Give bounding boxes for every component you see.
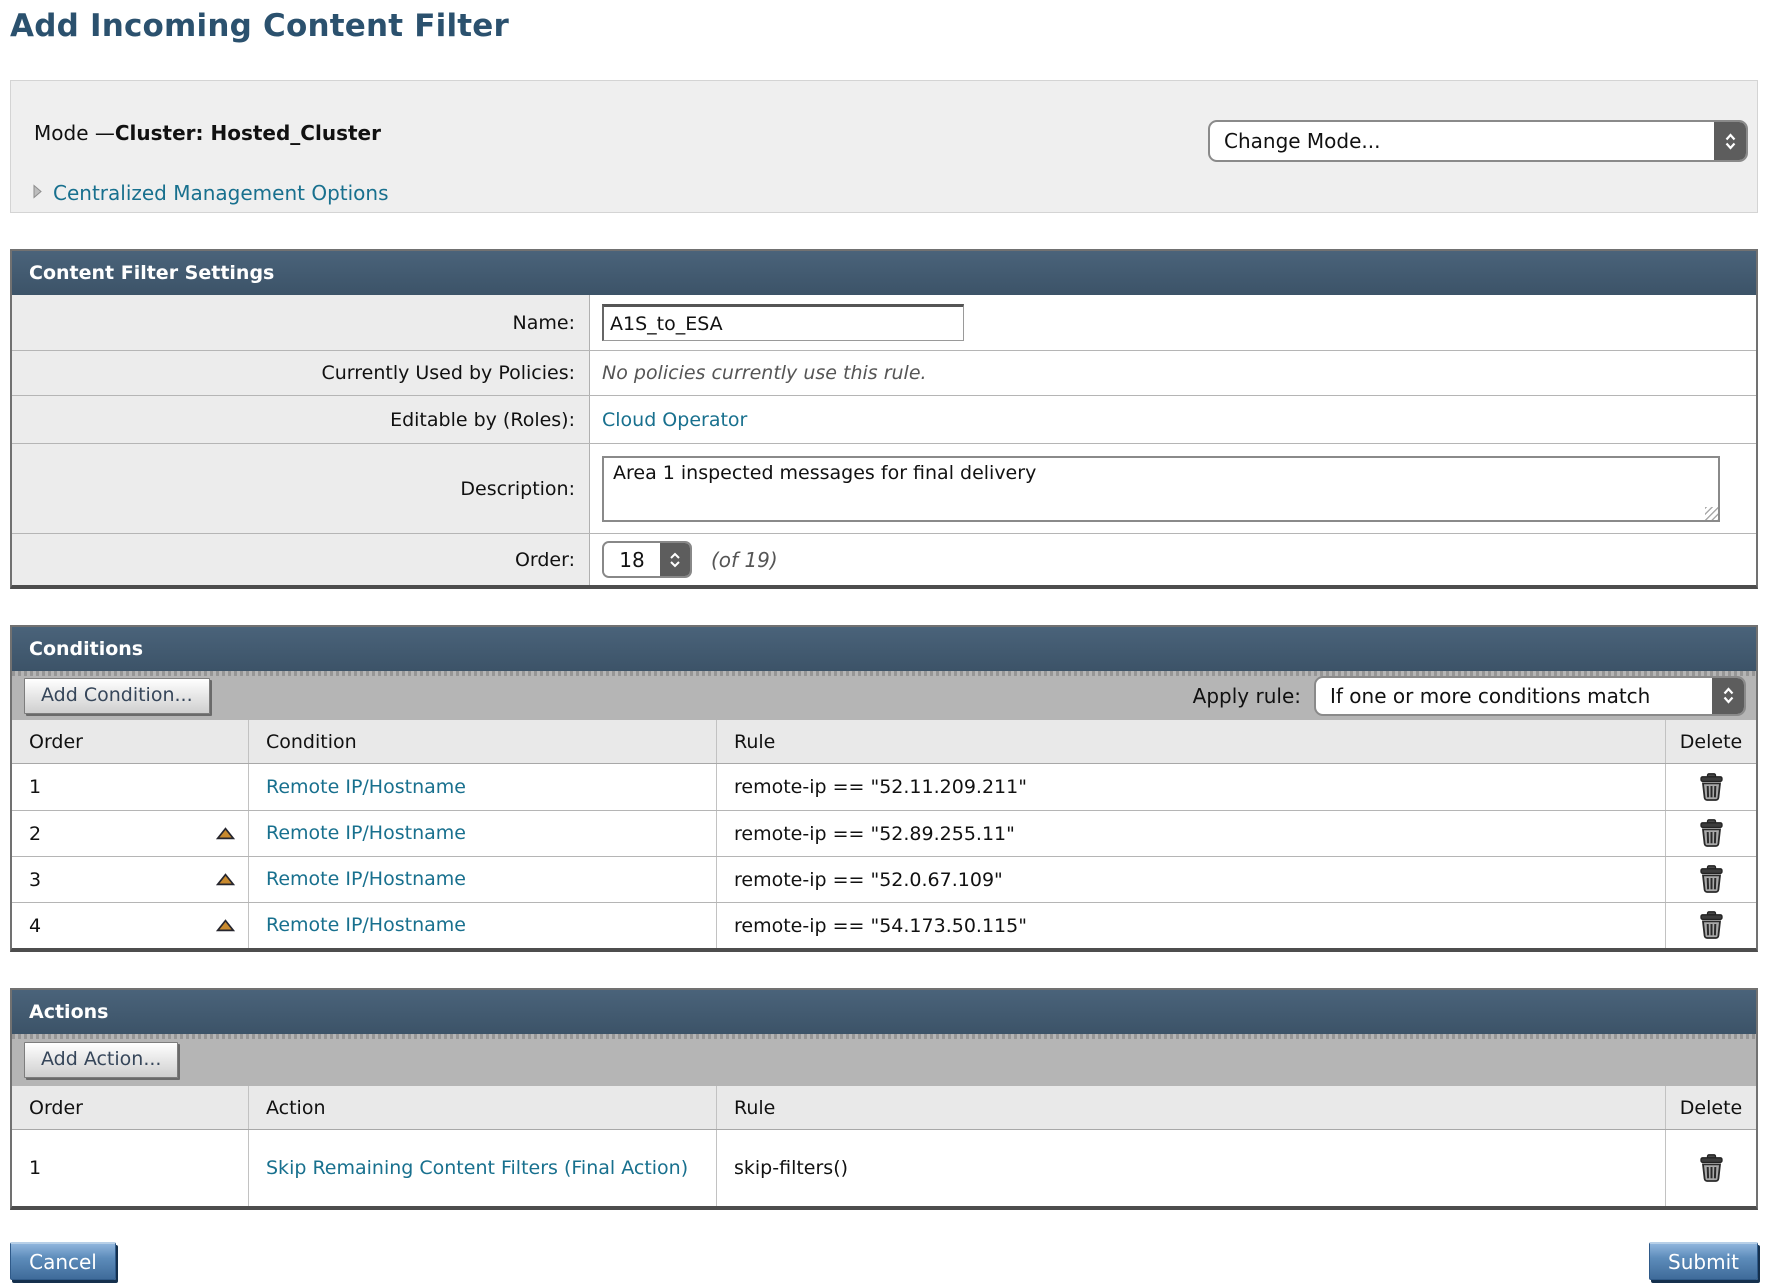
policies-value: No policies currently use this rule. [602, 362, 927, 384]
move-up-button[interactable] [216, 919, 235, 932]
actions-section: Actions Add Action... Order Action Rule … [10, 988, 1758, 1210]
centralized-management-link[interactable]: Centralized Management Options [53, 181, 389, 205]
name-row: Name: [12, 295, 1756, 350]
condition-order: 4 [29, 915, 41, 937]
trash-icon [1699, 865, 1724, 894]
actions-toolbar: Add Action... [12, 1034, 1756, 1086]
delete-action-button[interactable] [1699, 1154, 1724, 1183]
column-header-rule: Rule [717, 1086, 1666, 1129]
up-down-chevrons-icon [1714, 122, 1746, 160]
action-table-row: 1 Skip Remaining Content Filters (Final … [12, 1130, 1756, 1206]
up-down-chevrons-icon [660, 543, 690, 576]
conditions-section-header: Conditions [12, 627, 1756, 671]
trash-icon [1699, 911, 1724, 940]
mode-label: Mode — [34, 121, 115, 145]
mode-panel: Mode —Cluster: Hosted_Cluster Change Mod… [10, 80, 1758, 213]
order-row: Order: 18 (of 19) [12, 533, 1756, 585]
up-triangle-icon [216, 873, 235, 886]
order-total-note: (of 19) [711, 548, 778, 572]
condition-rule: remote-ip == "54.173.50.115" [734, 915, 1027, 937]
disclosure-triangle-icon[interactable] [32, 184, 43, 203]
condition-table-row: 4 Remote IP/Hostname remote-ip == "54.17… [12, 902, 1756, 948]
condition-order: 1 [29, 776, 41, 798]
column-header-delete: Delete [1666, 1086, 1756, 1129]
condition-rule: remote-ip == "52.11.209.211" [734, 776, 1027, 798]
page-title: Add Incoming Content Filter [10, 8, 1758, 44]
delete-condition-button[interactable] [1699, 911, 1724, 940]
up-down-chevrons-icon [1712, 678, 1744, 714]
column-header-condition: Condition [249, 720, 717, 763]
condition-link[interactable]: Remote IP/Hostname [266, 775, 466, 800]
cancel-button[interactable]: Cancel [10, 1242, 116, 1280]
name-label: Name: [12, 295, 590, 350]
apply-rule-select[interactable]: If one or more conditions match [1314, 676, 1746, 716]
condition-link[interactable]: Remote IP/Hostname [266, 913, 466, 938]
trash-icon [1699, 1154, 1724, 1183]
apply-rule-label: Apply rule: [1193, 684, 1301, 708]
change-mode-selected-value: Change Mode... [1210, 122, 1714, 160]
condition-link[interactable]: Remote IP/Hostname [266, 821, 466, 846]
condition-order: 3 [29, 869, 41, 891]
condition-table-row: 3 Remote IP/Hostname remote-ip == "52.0.… [12, 856, 1756, 902]
submit-button[interactable]: Submit [1649, 1242, 1758, 1280]
mode-value: Cluster: Hosted_Cluster [115, 121, 381, 145]
move-up-button[interactable] [216, 873, 235, 886]
mode-text: Mode —Cluster: Hosted_Cluster [34, 121, 381, 145]
order-label: Order: [12, 534, 590, 585]
description-row: Description: Area 1 inspected messages f… [12, 443, 1756, 533]
conditions-section: Conditions Add Condition... Apply rule: … [10, 625, 1758, 952]
name-input[interactable] [602, 304, 964, 341]
policies-row: Currently Used by Policies: No policies … [12, 350, 1756, 395]
add-condition-button[interactable]: Add Condition... [24, 678, 210, 714]
delete-condition-button[interactable] [1699, 865, 1724, 894]
order-stepper[interactable]: 18 [602, 541, 692, 578]
apply-rule-selected-value: If one or more conditions match [1316, 678, 1712, 714]
settings-section-header: Content Filter Settings [12, 251, 1756, 295]
condition-rule: remote-ip == "52.89.255.11" [734, 823, 1015, 845]
content-filter-settings-section: Content Filter Settings Name: Currently … [10, 249, 1758, 589]
change-mode-select[interactable]: Change Mode... [1208, 120, 1748, 162]
up-triangle-icon [216, 827, 235, 840]
description-label: Description: [12, 444, 590, 533]
roles-value-link[interactable]: Cloud Operator [602, 409, 747, 431]
condition-link[interactable]: Remote IP/Hostname [266, 867, 466, 892]
condition-order: 2 [29, 823, 41, 845]
footer-actions: Cancel Submit [10, 1242, 1758, 1284]
order-value: 18 [604, 543, 660, 576]
delete-condition-button[interactable] [1699, 773, 1724, 802]
conditions-table-header: Order Condition Rule Delete [12, 720, 1756, 764]
column-header-order: Order [12, 1086, 249, 1129]
centralized-management-row: Centralized Management Options [32, 181, 389, 205]
actions-section-header: Actions [12, 990, 1756, 1034]
policies-label: Currently Used by Policies: [12, 351, 590, 395]
condition-table-row: 2 Remote IP/Hostname remote-ip == "52.89… [12, 810, 1756, 856]
roles-row: Editable by (Roles): Cloud Operator [12, 395, 1756, 443]
column-header-rule: Rule [717, 720, 1666, 763]
column-header-action: Action [249, 1086, 717, 1129]
page: Add Incoming Content Filter Mode —Cluste… [10, 8, 1758, 1284]
condition-table-row: 1 Remote IP/Hostname remote-ip == "52.11… [12, 764, 1756, 810]
action-order: 1 [29, 1157, 41, 1179]
up-triangle-icon [216, 919, 235, 932]
trash-icon [1699, 773, 1724, 802]
apply-rule-group: Apply rule: If one or more conditions ma… [1193, 676, 1746, 716]
trash-icon [1699, 819, 1724, 848]
action-link[interactable]: Skip Remaining Content Filters (Final Ac… [266, 1156, 688, 1181]
action-rule: skip-filters() [734, 1157, 848, 1179]
delete-condition-button[interactable] [1699, 819, 1724, 848]
conditions-toolbar: Add Condition... Apply rule: If one or m… [12, 671, 1756, 720]
add-action-button[interactable]: Add Action... [24, 1042, 178, 1078]
actions-table-header: Order Action Rule Delete [12, 1086, 1756, 1130]
move-up-button[interactable] [216, 827, 235, 840]
condition-rule: remote-ip == "52.0.67.109" [734, 869, 1003, 891]
column-header-order: Order [12, 720, 249, 763]
column-header-delete: Delete [1666, 720, 1756, 763]
roles-label: Editable by (Roles): [12, 396, 590, 443]
description-textarea[interactable]: Area 1 inspected messages for final deli… [602, 456, 1720, 522]
